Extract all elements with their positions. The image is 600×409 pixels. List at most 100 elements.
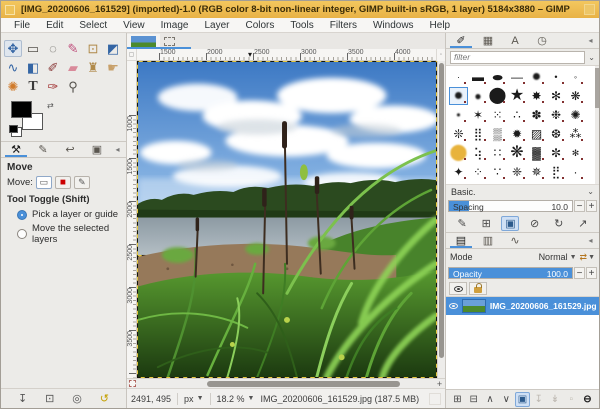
move-layer-button[interactable]: ▭ xyxy=(36,176,52,189)
horizontal-ruler[interactable]: 150020002500300035004000▾ xyxy=(137,49,436,61)
brush-item[interactable]: ⁙ xyxy=(488,106,507,124)
brush-item[interactable]: · xyxy=(566,163,585,181)
visibility-toggle-button[interactable] xyxy=(449,282,467,295)
delete-tool-preset-button[interactable]: ◎ xyxy=(72,392,82,405)
brush-item[interactable]: ❉ xyxy=(547,106,566,124)
brush-item[interactable]: ⣟ xyxy=(547,163,566,181)
layer-visibility-eye-icon[interactable] xyxy=(449,303,458,309)
quick-mask-toggle[interactable] xyxy=(127,379,137,389)
menu-layer[interactable]: Layer xyxy=(197,20,236,31)
tab-menu-button[interactable]: ◂ xyxy=(584,233,597,248)
tool-clone[interactable]: ♜ xyxy=(84,59,102,76)
horizontal-scrollbar[interactable] xyxy=(137,380,434,388)
open-brush-as-image-button[interactable]: ↗ xyxy=(574,216,592,231)
move-path-button[interactable]: ✎ xyxy=(74,176,90,189)
move-selection-button[interactable]: ■ xyxy=(55,176,71,189)
restore-tool-preset-button[interactable]: ⊡ xyxy=(45,392,54,405)
tool-rectangle-select[interactable]: ▭ xyxy=(24,40,42,57)
brush-item[interactable]: ✻ xyxy=(566,144,585,162)
brush-item[interactable]: ✵ xyxy=(527,163,546,181)
add-layer-mask-button[interactable]: ▫ xyxy=(564,392,579,407)
brush-item[interactable]: ⁘ xyxy=(469,163,488,181)
radio-unselected-icon[interactable] xyxy=(17,229,27,239)
opacity-slider[interactable]: Opacity 100.0 xyxy=(448,267,573,279)
brush-item[interactable]: ✶ xyxy=(469,106,488,124)
brush-item[interactable]: ∷ xyxy=(488,144,507,162)
channels-tab[interactable]: ▥ xyxy=(475,233,501,248)
opacity-increase-button[interactable]: + xyxy=(586,267,597,279)
tool-pencil[interactable]: ✎ xyxy=(64,40,82,57)
menu-view[interactable]: View xyxy=(116,20,152,31)
brush-item[interactable]: ✼ xyxy=(547,144,566,162)
statusbar-button[interactable] xyxy=(429,393,441,405)
navigation-button[interactable]: + xyxy=(434,379,445,389)
brush-filter-input[interactable] xyxy=(450,51,585,64)
brush-item[interactable]: ❊ xyxy=(449,125,468,143)
default-colors-icon[interactable] xyxy=(9,125,18,133)
unit-dropdown[interactable]: px ▼ xyxy=(184,394,203,404)
brush-item[interactable]: ● xyxy=(469,87,488,105)
brush-item[interactable]: ◦ xyxy=(566,68,585,86)
brush-item[interactable]: ⬤ xyxy=(488,87,507,105)
layer-row[interactable]: IMG_20200606_161529.jpg xyxy=(446,297,599,315)
new-brush-button[interactable]: ⊞ xyxy=(477,216,495,231)
brush-item[interactable]: ∵ xyxy=(488,163,507,181)
legacy-mode-toggle[interactable]: ⇄ ▼ xyxy=(580,252,595,263)
radio-selected-icon[interactable] xyxy=(17,210,27,220)
tool-paintbrush[interactable]: ✐ xyxy=(44,59,62,76)
spacing-slider[interactable]: Spacing 10.0 xyxy=(448,200,573,212)
paths-tab[interactable]: ∿ xyxy=(502,233,528,248)
vertical-scrollbar[interactable] xyxy=(437,61,445,378)
ruler-origin-button[interactable]: ▢ xyxy=(127,49,137,61)
vertical-scrollbar-thumb[interactable] xyxy=(439,63,444,358)
option-move-selected[interactable]: Move the selected layers xyxy=(17,223,120,245)
new-layer-button[interactable]: ⊞ xyxy=(450,392,465,407)
chevron-down-icon[interactable]: ⌄ xyxy=(588,53,595,62)
canvas-viewport[interactable] xyxy=(137,61,437,378)
mode-dropdown[interactable]: Normal ▼ xyxy=(539,252,577,262)
menu-help[interactable]: Help xyxy=(423,20,458,31)
brush-item[interactable]: ❈ xyxy=(508,163,527,181)
merge-down-button[interactable]: ↡ xyxy=(548,392,563,407)
brush-item[interactable]: ▓ xyxy=(527,144,546,162)
brush-item[interactable]: ❋ xyxy=(566,87,585,105)
horizontal-scrollbar-thumb[interactable] xyxy=(207,381,400,387)
opacity-decrease-button[interactable]: − xyxy=(574,267,585,279)
tool-fuzzy-select[interactable]: ✺ xyxy=(4,78,22,95)
brush-item[interactable]: ⣿ xyxy=(469,125,488,143)
brushes-tab[interactable]: ✐ xyxy=(448,33,474,48)
reset-tool-options-button[interactable]: ↺ xyxy=(100,392,109,405)
brush-item[interactable]: ★ xyxy=(508,87,527,105)
menu-select[interactable]: Select xyxy=(72,20,114,31)
tool-move[interactable]: ✥ xyxy=(4,40,22,57)
brush-item[interactable]: ∴ xyxy=(508,106,527,124)
brush-item[interactable]: ✺ xyxy=(566,106,585,124)
brush-item[interactable]: ✹ xyxy=(508,125,527,143)
tool-eraser[interactable]: ▰ xyxy=(64,59,82,76)
menu-edit[interactable]: Edit xyxy=(39,20,70,31)
brush-item[interactable]: ● xyxy=(449,87,468,105)
new-layer-group-button[interactable]: ⊟ xyxy=(466,392,481,407)
tool-smudge[interactable]: ☛ xyxy=(104,59,122,76)
brush-item[interactable]: ✸ xyxy=(527,87,546,105)
lower-layer-button[interactable]: ∨ xyxy=(499,392,514,407)
menu-colors[interactable]: Colors xyxy=(238,20,281,31)
brush-item[interactable]: ❆ xyxy=(547,125,566,143)
undo-history-tab[interactable]: ↩ xyxy=(57,142,83,157)
brush-item[interactable]: ▒ xyxy=(488,125,507,143)
menu-file[interactable]: File xyxy=(7,20,37,31)
tool-free-select[interactable]: ◌ xyxy=(44,40,62,57)
brush-item[interactable]: ● xyxy=(488,68,507,86)
spacing-decrease-button[interactable]: − xyxy=(574,200,585,212)
brush-item[interactable]: ✦ xyxy=(449,163,468,181)
tool-bucket-fill[interactable]: ◧ xyxy=(24,59,42,76)
tool-crop[interactable]: ⊡ xyxy=(84,40,102,57)
brush-item[interactable]: ✽ xyxy=(527,106,546,124)
raise-layer-button[interactable]: ∧ xyxy=(483,392,498,407)
brush-item[interactable]: • xyxy=(449,106,468,124)
brush-item[interactable]: • xyxy=(547,68,566,86)
brush-item[interactable]: — xyxy=(508,68,527,86)
tab-menu-button[interactable]: ◂ xyxy=(584,33,597,48)
vertical-ruler[interactable]: 100015002000250030003500 xyxy=(127,61,137,378)
delete-layer-button[interactable]: ⊖ xyxy=(580,392,595,407)
